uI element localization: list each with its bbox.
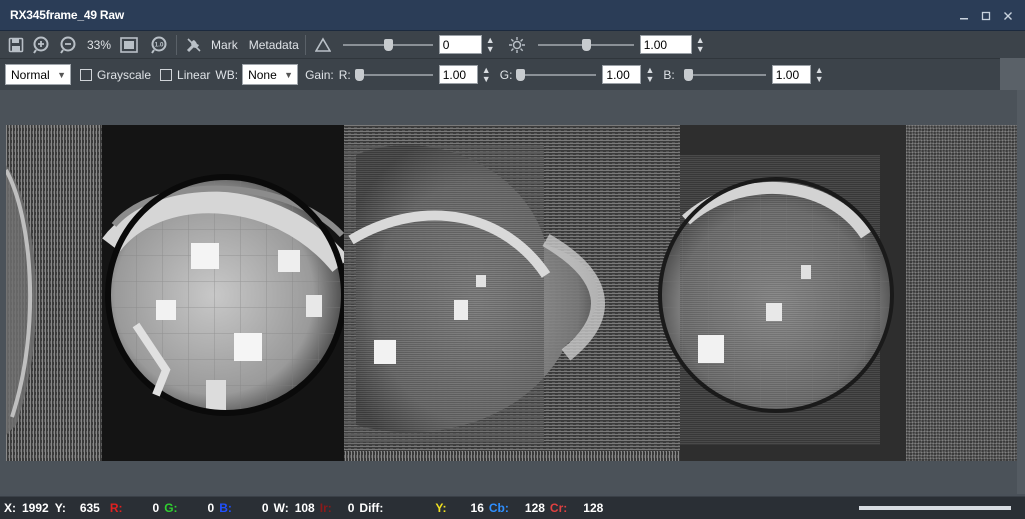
close-icon[interactable] [997, 5, 1019, 27]
status-w-label: W: [273, 500, 289, 515]
gain-b-input[interactable] [771, 65, 811, 84]
offset-slider-thumb[interactable] [383, 38, 393, 51]
linear-label: Linear [177, 67, 211, 82]
mode-select-value: Normal [11, 67, 50, 82]
grayscale-label: Grayscale [97, 67, 152, 82]
status-y-label: Y: [54, 500, 66, 515]
status-ir-label: Ir: [319, 500, 332, 515]
status-g-value: 0 [207, 500, 215, 515]
brightness-sun-icon [506, 34, 528, 56]
gain-r-label: R: [338, 67, 351, 82]
window-controls [953, 0, 1019, 31]
progress-bar [859, 506, 1011, 510]
status-cr-value: 128 [583, 500, 604, 515]
zoom-in-icon[interactable] [30, 34, 52, 56]
gain-g-spinner[interactable]: ▲ ▼ [644, 64, 655, 86]
window-title: RX345frame_49 Raw [10, 8, 125, 22]
raw-image[interactable] [6, 125, 1019, 461]
status-x-label: X: [4, 500, 16, 515]
status-g-label: G: [164, 500, 178, 515]
toolbar-separator [176, 34, 178, 55]
minimize-icon[interactable] [953, 5, 975, 27]
viewport-edge [1017, 90, 1025, 494]
wb-label: WB: [215, 67, 239, 82]
metadata-button[interactable]: Metadata [249, 38, 299, 52]
status-r-label: R: [109, 500, 123, 515]
chevron-down-icon: ▼ [284, 69, 294, 80]
gain-b-slider-thumb[interactable] [683, 68, 693, 81]
main-toolbar: 33% 1.0 Mark Metadata ▲▼ ▲▼ [0, 31, 1025, 58]
raw-frame-picture [6, 125, 1019, 461]
wb-select-value: None [248, 67, 277, 82]
gain-r-input[interactable] [438, 65, 478, 84]
gain-r-slider[interactable] [354, 65, 433, 85]
status-b-value: 0 [261, 500, 269, 515]
status-ir-value: 0 [347, 500, 355, 515]
status-r-value: 0 [152, 500, 160, 515]
status-cr-label: Cr: [549, 500, 568, 515]
gain-g-input[interactable] [602, 65, 642, 84]
wb-select[interactable]: None ▼ [242, 64, 299, 85]
mode-select[interactable]: Normal ▼ [5, 64, 71, 85]
status-cb-value: 128 [524, 500, 545, 515]
status-diff-label: Diff: [359, 500, 384, 515]
linear-checkbox[interactable] [160, 68, 173, 81]
gain-r-slider-thumb[interactable] [354, 68, 364, 81]
brightness-slider[interactable] [537, 35, 634, 55]
fit-screen-icon[interactable] [118, 34, 140, 56]
gain-g-slider-thumb[interactable] [516, 68, 526, 81]
status-yy-label: Y: [435, 500, 447, 515]
chevron-down-icon: ▼ [57, 69, 66, 80]
progress-bar-fill [859, 506, 1011, 510]
zoom-out-icon[interactable] [57, 34, 79, 56]
gain-b-label: B: [663, 67, 675, 82]
mark-button[interactable]: Mark [211, 38, 238, 52]
gain-b-spinner[interactable]: ▲ ▼ [814, 64, 825, 86]
gain-b-slider[interactable] [683, 65, 766, 85]
gain-r-spinner[interactable]: ▲ ▼ [481, 64, 492, 86]
status-b-label: B: [219, 500, 232, 515]
brightness-spinner[interactable]: ▲ ▼ [695, 34, 706, 56]
wrench-icon[interactable] [183, 34, 205, 56]
svg-text:1.0: 1.0 [155, 41, 164, 48]
status-x-value: 1992 [22, 500, 49, 515]
status-cb-label: Cb: [488, 500, 509, 515]
brightness-input[interactable] [639, 35, 692, 54]
adjust-toolbar: Normal ▼ Grayscale Linear WB: None ▼ Gai… [0, 58, 1000, 90]
gain-g-slider[interactable] [516, 65, 597, 85]
image-viewport[interactable] [0, 90, 1025, 494]
grayscale-checkbox[interactable] [80, 68, 92, 81]
title-bar: RX345frame_49 Raw [0, 0, 1025, 31]
gain-g-label: G: [499, 67, 513, 82]
status-bar: X: 1992 Y: 635 R: 0 G: 0 B: 0 W: 108 Ir:… [0, 496, 1025, 519]
gain-label: Gain: [305, 67, 334, 82]
offset-input[interactable] [438, 35, 482, 54]
offset-spinner[interactable]: ▲ ▼ [485, 34, 496, 56]
status-yy-value: 16 [470, 500, 484, 515]
toolbar-separator [304, 34, 306, 55]
toolbar-edge [1000, 58, 1025, 90]
contrast-triangle-icon [312, 34, 334, 56]
status-w-value: 108 [294, 500, 315, 515]
actual-size-icon[interactable]: 1.0 [148, 34, 170, 56]
save-icon[interactable] [5, 34, 27, 56]
zoom-level: 33% [87, 37, 112, 52]
maximize-icon[interactable] [975, 5, 997, 27]
offset-slider[interactable] [342, 35, 433, 55]
brightness-slider-thumb[interactable] [581, 38, 591, 51]
status-y-value: 635 [79, 500, 100, 515]
